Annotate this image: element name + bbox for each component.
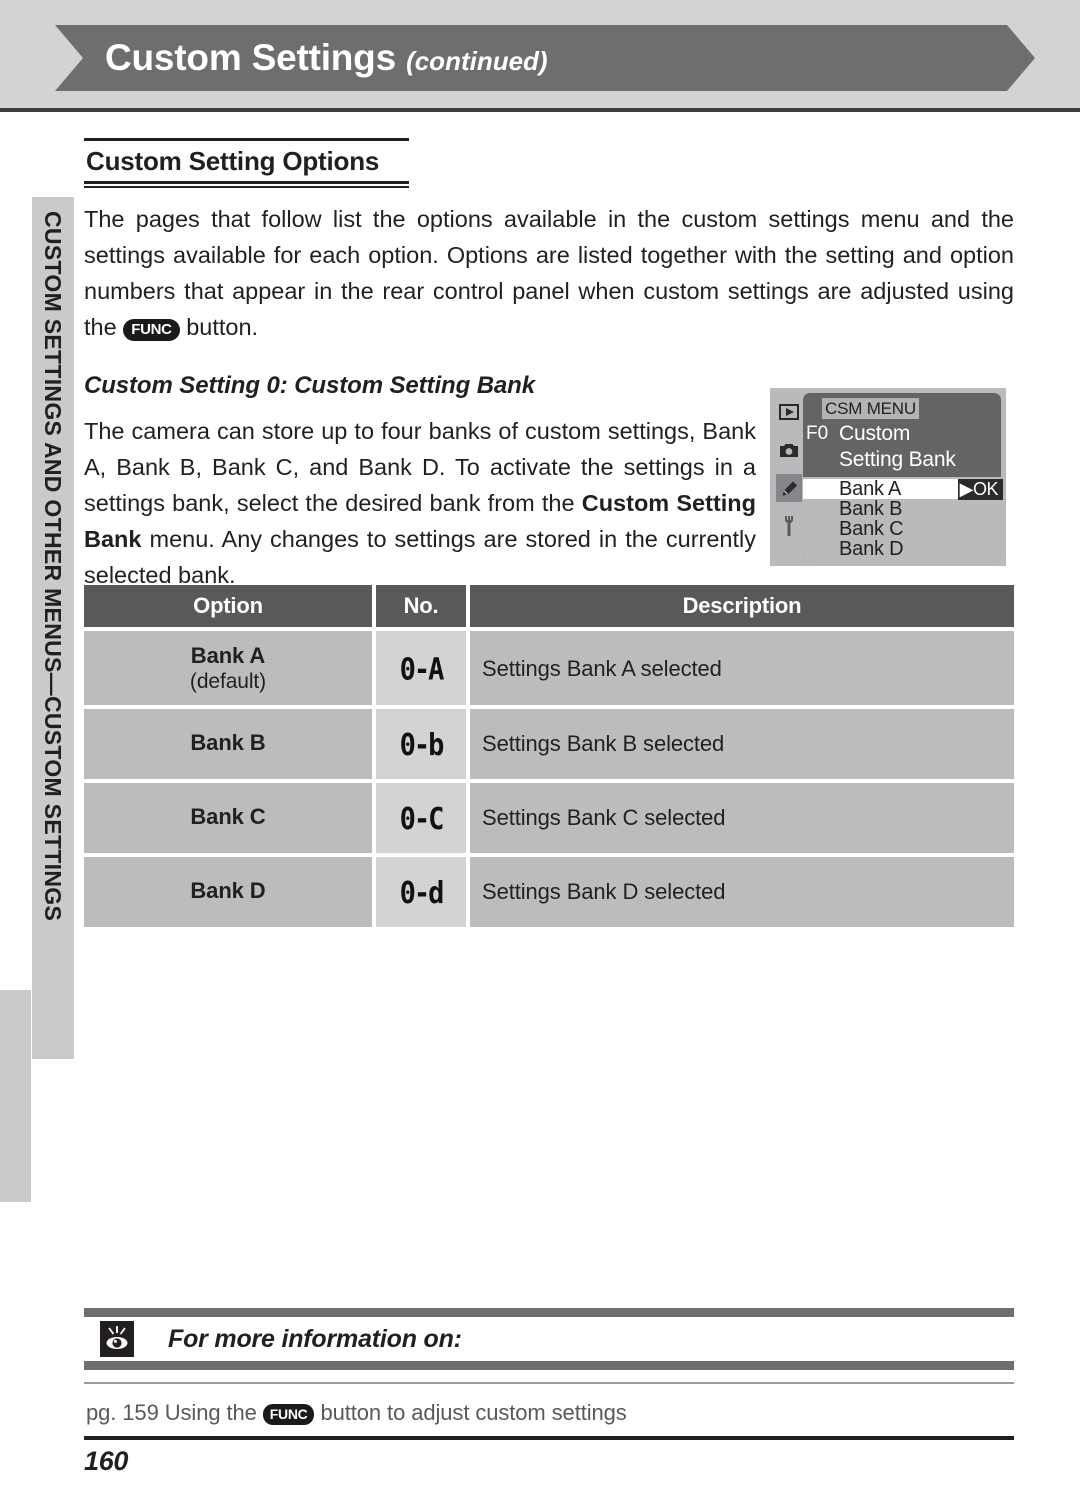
table-header-description: Description [470,585,1014,627]
lcd-option-panel: Bank A ▶OK Bank B Bank C Bank D [803,477,1003,561]
option-name: Bank B [84,709,372,756]
lcd-option-list: Bank A ▶OK Bank B Bank C Bank D [803,478,1003,559]
lcd-menu-screenshot: CSM MENU F0 Custom Setting Bank Bank A ▶… [770,388,1006,566]
table-cell-option: Bank B [84,709,372,779]
func-button-icon: FUNC [123,319,180,341]
lcd-setting-name-line2: Setting Bank [839,448,956,471]
table-cell-no: 0-b [376,709,466,779]
lcd-option-bank-d[interactable]: Bank D [803,539,1001,559]
section-heading-group: Custom Setting Options [84,138,409,188]
table-row: Bank A (default) 0-A Settings Bank A sel… [84,631,1014,705]
option-label: Bank A [190,643,266,668]
lcd-option-bank-a[interactable]: Bank A ▶OK [803,478,1003,500]
lcd-menu-title: CSM MENU [822,398,919,419]
description-text: Settings Bank D selected [482,879,726,904]
lcd-setting-name: Custom Setting Bank [839,421,956,473]
footer-reference: pg. 159 Using the FUNC button to adjust … [84,1384,1014,1436]
description-text: Settings Bank A selected [482,656,722,681]
table-cell-description: Settings Bank C selected [470,783,1014,853]
table-cell-option: Bank D [84,857,372,927]
lcd-option-bank-c[interactable]: Bank C [803,519,1001,539]
eye-icon [100,1321,134,1357]
option-label: Bank B [190,730,266,755]
table-cell-description: Settings Bank B selected [470,709,1014,779]
description-text: Settings Bank C selected [482,805,726,830]
table-header-row: Option No. Description [84,585,1014,627]
option-name: Bank C [84,783,372,830]
description-text: Settings Bank B selected [482,731,725,756]
table-cell-no: 0-A [376,631,466,705]
lcd-option-label: Bank A [839,478,902,500]
table-row: Bank C 0-C Settings Bank C selected [84,783,1014,853]
lcd-ok-badge[interactable]: ▶OK [957,479,1003,500]
page-title-text: Custom Settings [105,37,396,78]
header-divider [0,108,1080,112]
footer-rule-bottom [84,1361,1014,1370]
lcd-code: 0-A [399,652,445,688]
lcd-setting-name-line1: Custom [839,422,911,445]
table-header-no: No. [376,585,466,627]
footer-ref-prefix: pg. 159 Using the [86,1400,263,1425]
lcd-option-label: Bank B [839,498,903,520]
table-row: Bank D 0-d Settings Bank D selected [84,857,1014,927]
page-title: Custom Settings (continued) [105,30,548,86]
section-heading: Custom Setting Options [86,146,380,176]
func-button-icon: FUNC [262,1404,315,1425]
playback-icon [776,398,802,426]
camera-icon [776,436,802,464]
table-cell-description: Settings Bank A selected [470,631,1014,705]
table-cell-option: Bank A (default) [84,631,372,705]
option-label: Bank C [190,804,266,829]
table-cell-option: Bank C [84,783,372,853]
lcd-option-label: Bank D [839,538,904,560]
footer: For more information on: pg. 159 Using t… [84,1308,1014,1477]
lcd-code: 0-b [399,728,445,764]
option-default-note: (default) [189,670,267,693]
heading-rule-bottom [84,186,409,188]
heading-rule-mid [84,181,409,184]
wrench-icon [776,512,802,540]
intro-paragraph: The pages that follow list the options a… [84,201,1014,345]
footer-ref-suffix: button to adjust custom settings [314,1400,627,1425]
bank-description-paragraph: The camera can store up to four banks of… [84,413,756,593]
chapter-tab-block [0,990,31,1202]
table-cell-no: 0-d [376,857,466,927]
lcd-setting-number: F0 [806,423,829,444]
options-table: Option No. Description Bank A (default) … [84,585,1014,927]
bank-text-part2: menu. Any changes to settings are stored… [84,526,756,588]
lcd-icon-sidebar [774,392,804,562]
lcd-screen: CSM MENU F0 Custom Setting Bank Bank A ▶… [803,393,1003,561]
footer-rule-top [84,1308,1014,1317]
page-title-continued: (continued) [406,46,548,76]
chapter-tab-label: CUSTOM SETTINGS AND OTHER MENUS—CUSTOM S… [40,211,66,922]
table-header-option: Option [84,585,372,627]
lcd-code: 0-d [399,876,445,912]
intro-text-part2: button. [179,314,259,340]
table-row: Bank B 0-b Settings Bank B selected [84,709,1014,779]
table-cell-no: 0-C [376,783,466,853]
option-name: Bank D [84,857,372,904]
pencil-icon [776,474,802,502]
lcd-option-bank-b[interactable]: Bank B [803,499,1001,519]
page-number: 160 [84,1446,129,1476]
lcd-ok-label: OK [972,479,999,499]
table-cell-description: Settings Bank D selected [470,857,1014,927]
option-label: Bank D [190,878,266,903]
footer-heading-row: For more information on: [84,1317,1014,1361]
lcd-code: 0-C [399,802,445,838]
chapter-tab: CUSTOM SETTINGS AND OTHER MENUS—CUSTOM S… [32,197,74,1059]
option-name: Bank A (default) [84,631,372,694]
footer-heading: For more information on: [168,1325,462,1353]
lcd-option-label: Bank C [839,518,904,540]
